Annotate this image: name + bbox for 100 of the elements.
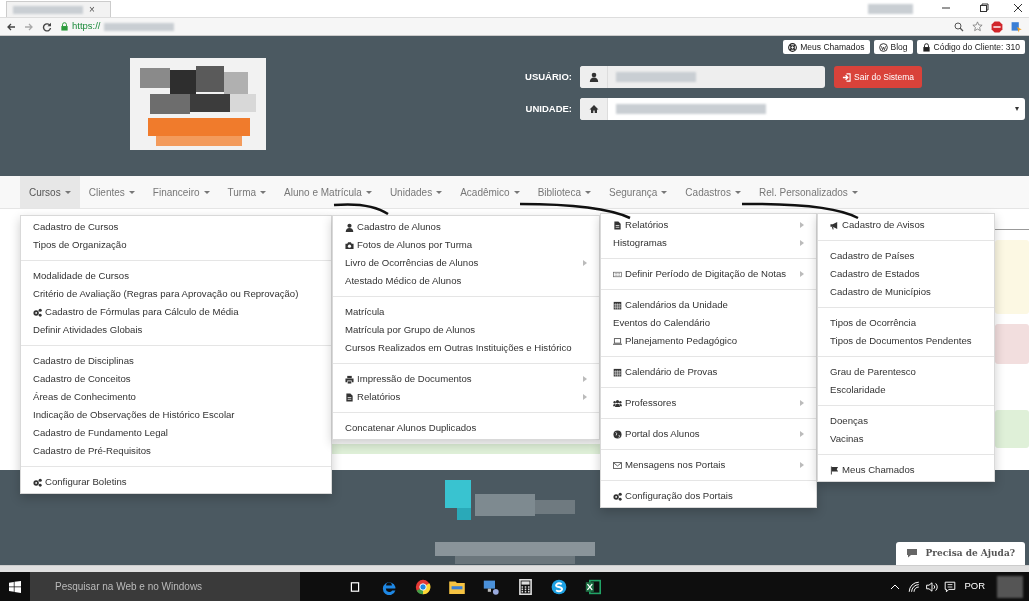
caret-icon (734, 190, 741, 194)
windows-icon[interactable] (9, 580, 21, 593)
menu-item[interactable]: Doenças (818, 412, 995, 430)
lock-icon (921, 42, 931, 52)
spreadsheet-icon[interactable] (585, 578, 601, 595)
nav-menu[interactable]: Financeiro (143, 176, 219, 208)
menu-item[interactable]: Definir Período de Digitação de Notas (601, 265, 817, 283)
task-view-icon[interactable] (349, 580, 361, 593)
calculator-icon[interactable] (518, 578, 532, 595)
nav-menu[interactable]: Biblioteca (528, 176, 600, 208)
caret-icon (661, 190, 668, 194)
menu-item[interactable]: Cadastro de Municípios (818, 283, 995, 301)
hand-drawn-stroke (333, 203, 389, 216)
menu-item[interactable]: Cadastro de Fórmulas para Cálculo de Média (21, 303, 331, 321)
menu-item[interactable]: Cadastro de Estados (818, 265, 995, 283)
menu-item[interactable]: Tipos de Organização (21, 236, 331, 254)
menu-item[interactable]: Cadastro de Cursos (21, 218, 331, 236)
blurred-block (868, 4, 913, 14)
extension-icon[interactable] (1011, 20, 1023, 33)
menu-item[interactable]: Impressão de Documentos (333, 370, 599, 388)
caret-icon (64, 190, 71, 194)
menu-item[interactable]: Planejamento Pedagógico (601, 332, 817, 350)
tab-close[interactable]: × (89, 2, 95, 17)
nav-menu[interactable]: Turma (218, 176, 276, 208)
nav-menu[interactable]: Segurança (600, 176, 677, 208)
menu-item[interactable]: Mensagens nos Portais (601, 456, 817, 474)
menu-item[interactable]: Relatórios (333, 388, 599, 406)
menu-item[interactable]: Portal dos Alunos (601, 425, 817, 443)
logout-button[interactable]: Sair do Sistema (834, 66, 922, 88)
back-icon[interactable] (6, 21, 16, 32)
unit-select[interactable]: ▾ (580, 98, 1025, 120)
menu-item[interactable]: Concatenar Alunos Duplicados (333, 419, 599, 437)
user-icon (345, 222, 354, 232)
search-field[interactable]: Pesquisar na Web e no Windows (30, 572, 300, 601)
stop-sign-icon[interactable] (991, 20, 1003, 33)
menu-item[interactable]: Cadastro de Países (818, 247, 995, 265)
menu-item[interactable]: Matrícula por Grupo de Alunos (333, 321, 599, 339)
menu-item[interactable]: Professores (601, 394, 817, 412)
computer-icon[interactable] (483, 578, 499, 595)
nav-menu[interactable]: Acadêmico (451, 176, 529, 208)
menu-item[interactable]: Histogramas (601, 234, 817, 252)
header-link-button[interactable]: Código do Cliente: 310 (916, 40, 1025, 54)
skype-icon[interactable] (551, 578, 567, 595)
menu-item[interactable]: Configuração dos Portais (601, 487, 817, 505)
caret-icon (585, 190, 591, 194)
zoom-icon[interactable] (954, 21, 964, 32)
browser-tab[interactable]: × (6, 1, 111, 17)
menu-item[interactable]: Configurar Boletins (21, 473, 331, 491)
menu-item[interactable]: Cadastro de Disciplinas (21, 352, 331, 370)
menu-item[interactable]: Atestado Médico de Alunos (333, 272, 599, 290)
menu-item[interactable]: Cadastro de Avisos (818, 216, 995, 234)
folder-icon[interactable] (449, 579, 465, 594)
nav-menu[interactable]: Unidades (380, 176, 452, 208)
menu-item[interactable]: Cursos Realizados em Outras Instituições e Histórico (333, 339, 599, 357)
chrome-icon[interactable] (415, 578, 431, 595)
nav-menu[interactable]: Aluno e Matrícula (275, 176, 381, 208)
menu-item[interactable]: Calendários da Unidade (601, 296, 817, 314)
notification-icon[interactable] (944, 580, 957, 593)
menu-item[interactable]: Áreas de Conhecimento (21, 388, 331, 406)
menu-item[interactable]: Fotos de Alunos por Turma (333, 236, 599, 254)
menu-item[interactable]: Modalidade de Cursos (21, 267, 331, 285)
horizontal-scrollbar[interactable] (0, 565, 1029, 572)
restore-icon[interactable] (979, 3, 989, 13)
user-field[interactable] (580, 66, 825, 88)
menu-item[interactable]: Vacinas (818, 430, 995, 448)
speaker-icon[interactable] (926, 580, 939, 593)
wifi-icon[interactable] (908, 580, 921, 593)
menu-item[interactable]: Meus Chamados (818, 461, 995, 479)
menu-item[interactable]: Indicação de Observações de Histórico Escolar (21, 406, 331, 424)
nav-menu[interactable]: Cursos (20, 176, 80, 208)
menu-item[interactable]: Escolaridade (818, 381, 995, 399)
help-tab[interactable]: Precisa de Ajuda? (895, 541, 1025, 565)
menu-item[interactable]: Calendário de Provas (601, 363, 817, 381)
url-text[interactable]: https:// (72, 19, 101, 34)
nav-menu[interactable]: Cadastros (676, 176, 750, 208)
menu-item[interactable]: Critério de Avaliação (Regras para Aprovação ou Reprovação) (21, 285, 331, 303)
nav-menu[interactable]: Rel. Personalizados (749, 176, 867, 208)
lifebuoy-icon (788, 42, 798, 52)
menu-item[interactable]: Cadastro de Pré-Requisitos (21, 442, 331, 460)
star-icon[interactable] (972, 21, 983, 32)
header-link-button[interactable]: Blog (873, 40, 913, 54)
menu-item[interactable]: Matrícula (333, 303, 599, 321)
caret-icon (260, 190, 267, 194)
menu-item[interactable]: Eventos do Calendário (601, 314, 817, 332)
close-icon[interactable] (1013, 3, 1023, 13)
language-indicator[interactable]: POR (964, 579, 985, 594)
menu-item[interactable]: Cadastro de Alunos (333, 218, 599, 236)
calendar-icon (613, 367, 622, 377)
menu-item[interactable]: Definir Atividades Globais (21, 321, 331, 339)
menu-item[interactable]: Tipos de Ocorrência (818, 314, 995, 332)
menu-item[interactable]: Grau de Parentesco (818, 363, 995, 381)
nav-menu[interactable]: Clientes (79, 176, 144, 208)
reload-icon[interactable] (42, 21, 52, 32)
menu-item[interactable]: Cadastro de Fundamento Legal (21, 424, 331, 442)
menu-item[interactable]: Livro de Ocorrências de Alunos (333, 254, 599, 272)
header-link-button[interactable]: Meus Chamados (783, 40, 870, 54)
menu-item[interactable]: Relatórios (601, 216, 817, 234)
menu-item[interactable]: Cadastro de Conceitos (21, 370, 331, 388)
menu-item[interactable]: Tipos de Documentos Pendentes (818, 332, 995, 350)
blurred-block (13, 5, 83, 14)
